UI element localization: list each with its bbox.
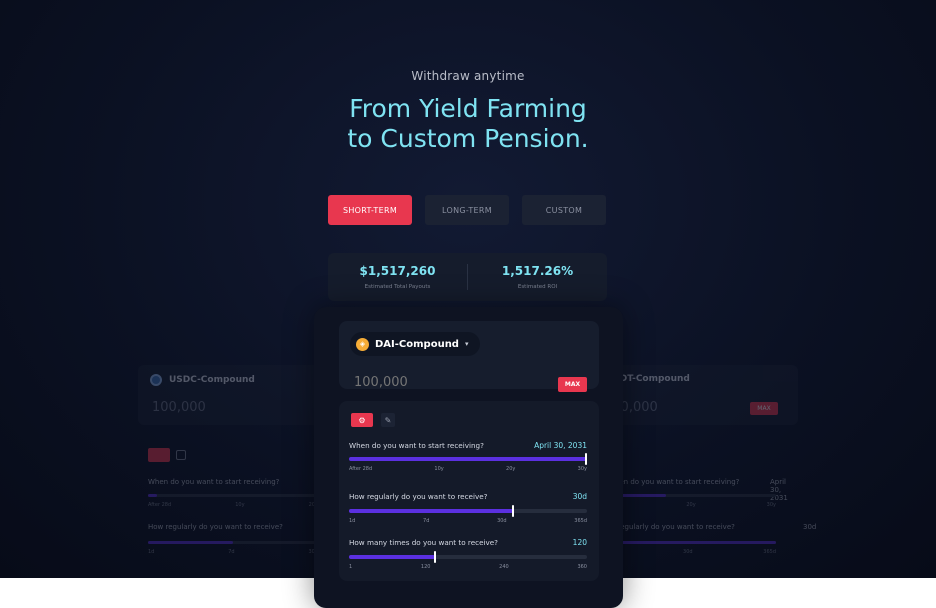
term-tabs: SHORT-TERM LONG-TERM CUSTOM xyxy=(328,195,606,225)
times-slider-fill xyxy=(349,555,435,559)
usdc-sliders-button xyxy=(148,448,170,462)
question-regular-label: How regularly do you want to receive? xyxy=(349,492,488,501)
question-start-value: April 30, 2031 xyxy=(534,441,587,450)
estimate-stats: $1,517,260 Estimated Total Payouts 1,517… xyxy=(328,253,607,301)
question-start: When do you want to start receiving? Apr… xyxy=(349,441,587,450)
usdc-question-regular: How regularly do you want to receive? xyxy=(148,523,283,531)
stat-roi: 1,517.26% Estimated ROI xyxy=(468,264,607,290)
regular-slider-ticks: 1d 7d 30d 365d xyxy=(349,518,587,524)
question-times-label: How many times do you want to receive? xyxy=(349,538,498,547)
regular-slider[interactable] xyxy=(349,505,587,517)
tick-label: 30y xyxy=(577,466,587,472)
usdc-ticks-regular: 1d7d30d xyxy=(148,549,318,555)
max-button[interactable]: MAX xyxy=(558,377,587,392)
usdt-slider-start xyxy=(606,494,776,497)
tick-label: 30d xyxy=(497,518,507,524)
question-regular: How regularly do you want to receive? 30… xyxy=(349,492,587,501)
tick-label: 20y xyxy=(506,466,516,472)
question-times: How many times do you want to receive? 1… xyxy=(349,538,587,547)
tick-label: 360 xyxy=(577,564,587,570)
usdt-max-button: MAX xyxy=(750,402,778,415)
start-slider[interactable] xyxy=(349,453,587,465)
tab-custom[interactable]: CUSTOM xyxy=(522,195,606,225)
question-regular-value: 30d xyxy=(572,492,587,501)
times-slider-thumb[interactable] xyxy=(434,551,436,563)
usdc-asset-name: USDC-Compound xyxy=(169,375,255,385)
sliders-icon[interactable]: ⚙ xyxy=(351,413,373,427)
start-slider-fill xyxy=(349,457,587,461)
question-start-label: When do you want to start receiving? xyxy=(349,441,484,450)
usdt-slider-regular xyxy=(606,541,776,544)
total-payouts-value: $1,517,260 xyxy=(359,264,436,278)
pension-card: ◈ DAI-Compound ▾ MAX ⚙ ✎ When do you wan… xyxy=(314,307,623,608)
regular-slider-fill xyxy=(349,509,514,513)
usdc-asset-box: USDC-Compound 100,000 xyxy=(138,365,338,425)
usdt-regular-value: 30d xyxy=(803,523,817,531)
usdt-question-start: When do you want to start receiving? xyxy=(608,478,740,486)
schedule-settings: ⚙ ✎ When do you want to start receiving?… xyxy=(339,401,599,581)
regular-slider-thumb[interactable] xyxy=(512,505,514,517)
tick-label: 1 xyxy=(349,564,353,570)
usdt-start-value: April 30, 2031 xyxy=(770,478,788,502)
usdc-edit-icon xyxy=(176,450,186,460)
total-payouts-label: Estimated Total Payouts xyxy=(364,284,431,290)
roi-label: Estimated ROI xyxy=(517,284,558,290)
tick-label: 1d xyxy=(349,518,356,524)
usdc-ticks-start: After 28d10y20y xyxy=(148,502,318,508)
eyebrow-text: Withdraw anytime xyxy=(411,69,525,83)
usdt-ticks-regular: 7d30d365d xyxy=(606,549,776,555)
roi-value: 1,517.26% xyxy=(501,264,574,278)
tick-label: 240 xyxy=(499,564,509,570)
page-title: From Yield Farming to Custom Pension. xyxy=(0,94,936,154)
pencil-icon[interactable]: ✎ xyxy=(381,413,395,427)
usdc-slider-start xyxy=(148,494,318,497)
tick-label: 365d xyxy=(574,518,587,524)
start-slider-ticks: After 28d 10y 20y 30y xyxy=(349,466,587,472)
tab-long-term[interactable]: LONG-TERM xyxy=(425,195,509,225)
usdc-amount: 100,000 xyxy=(152,400,206,415)
tick-label: 10y xyxy=(434,466,444,472)
question-times-value: 120 xyxy=(572,538,587,547)
dai-coin-icon: ◈ xyxy=(356,337,369,351)
asset-name: DAI-Compound xyxy=(375,338,459,350)
usdc-settings: When do you want to start receiving? Aft… xyxy=(138,448,338,578)
start-slider-thumb[interactable] xyxy=(585,453,587,465)
stat-total-payouts: $1,517,260 Estimated Total Payouts xyxy=(328,264,467,290)
usdc-coin-icon xyxy=(150,374,162,386)
times-slider-ticks: 1 120 240 360 xyxy=(349,564,587,570)
usdc-slider-regular xyxy=(148,541,318,544)
usdt-asset-box: USDT-Compound 100,000 MAX xyxy=(598,365,798,425)
side-card-usdt: USDT-Compound 100,000 MAX When do you wa… xyxy=(598,365,816,578)
side-card-usdc: USDC-Compound 100,000 When do you want t… xyxy=(138,365,338,578)
usdc-question-start: When do you want to start receiving? xyxy=(148,478,280,486)
tick-label: After 28d xyxy=(349,466,373,472)
title-line-2: to Custom Pension. xyxy=(347,124,589,153)
times-slider[interactable] xyxy=(349,551,587,563)
title-line-1: From Yield Farming xyxy=(349,94,587,123)
asset-selector[interactable]: ◈ DAI-Compound ▾ xyxy=(350,332,481,356)
tick-label: 7d xyxy=(423,518,430,524)
chevron-down-icon: ▾ xyxy=(464,340,469,348)
asset-box: ◈ DAI-Compound ▾ MAX xyxy=(339,321,599,392)
tab-short-term[interactable]: SHORT-TERM xyxy=(328,195,412,225)
amount-input[interactable] xyxy=(354,375,504,390)
tick-label: 120 xyxy=(420,564,431,570)
usdt-settings: When do you want to start receiving? Apr… xyxy=(598,448,816,578)
usdt-ticks-start: 10y20y30y xyxy=(606,502,776,508)
